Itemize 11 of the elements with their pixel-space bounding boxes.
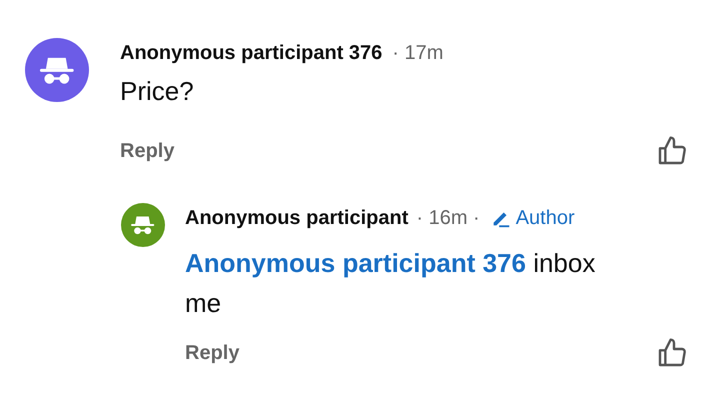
thumbs-up-icon[interactable]: [656, 337, 688, 369]
author-name: Anonymous participant: [185, 206, 408, 231]
author-label: Author: [516, 206, 575, 231]
reply-button[interactable]: Reply: [120, 136, 174, 166]
thumbs-up-icon[interactable]: [656, 135, 688, 167]
comment-text: Price?: [120, 75, 195, 108]
timestamp: · 17m: [392, 41, 444, 66]
timestamp: · 16m ·: [416, 206, 480, 231]
reply-button[interactable]: Reply: [185, 338, 240, 368]
reply-text: Anonymous participant 376 inbox me: [185, 247, 596, 320]
author-name: Anonymous participant 376: [120, 41, 382, 66]
